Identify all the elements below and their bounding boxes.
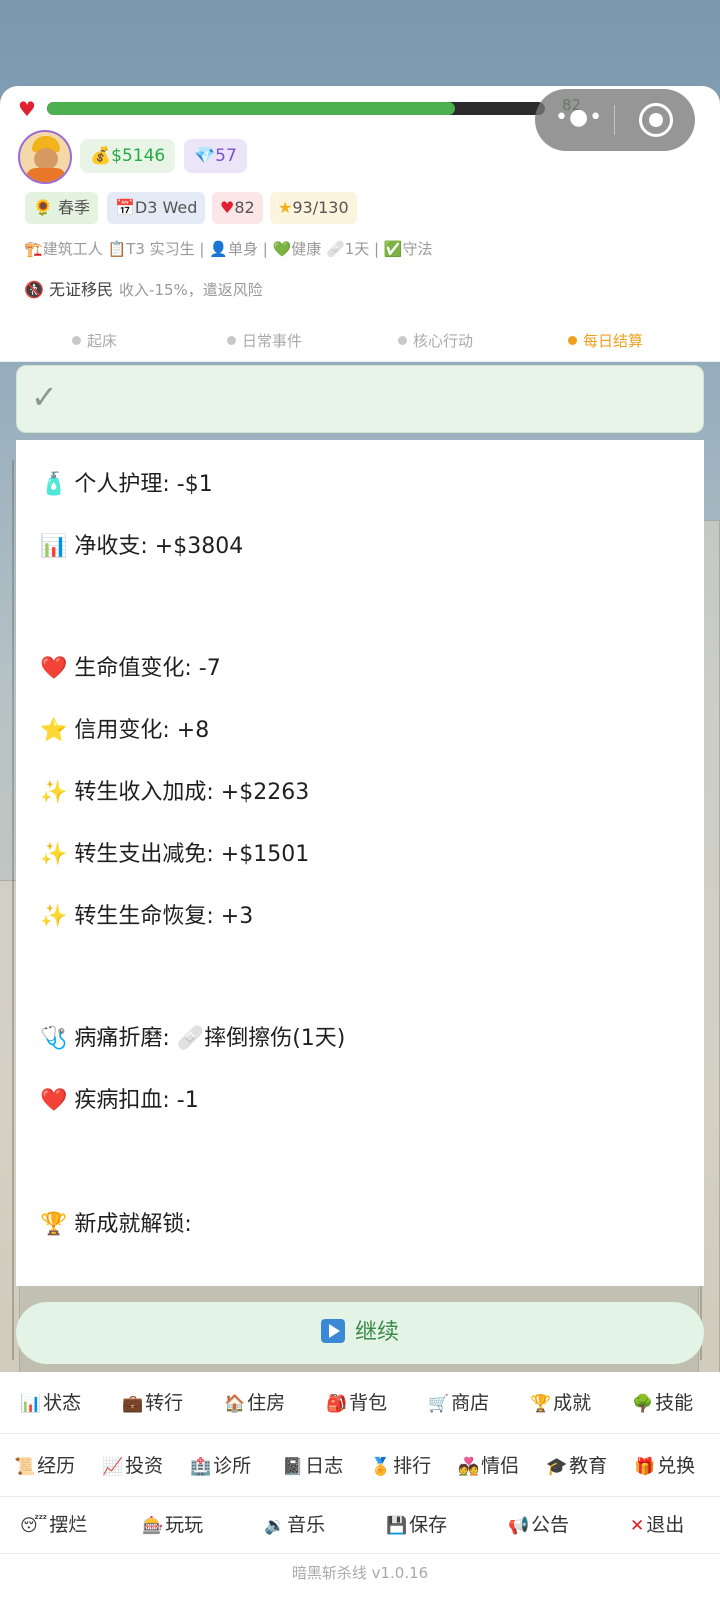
hp-tag: ♥82 <box>212 192 263 224</box>
nav-ranking[interactable]: 🏅 排行 <box>370 1451 431 1478</box>
medal-icon: 🏅 <box>370 1457 392 1477</box>
nav-clinic[interactable]: 🏥 诊所 <box>190 1451 251 1478</box>
megaphone-icon: 📢 <box>508 1516 530 1536</box>
play-icon <box>320 1319 345 1343</box>
nav-music[interactable]: 🔉 音乐 <box>264 1510 325 1537</box>
heart-icon: ♥ <box>18 97 36 121</box>
settlement-log[interactable]: 🧴 个人护理: -$1 📊 净收支: +$3804 ❤️ 生命值变化: -7 ⭐… <box>16 440 704 1286</box>
log-line: ✨ 转生生命恢复: +3 <box>40 904 254 929</box>
log-line: 📊 净收支: +$3804 <box>40 534 244 559</box>
phase-wakeup: 起床 <box>72 330 117 351</box>
house-icon: 🏠 <box>224 1394 246 1414</box>
nav-housing[interactable]: 🏠 住房 <box>224 1388 285 1415</box>
notebook-icon: 📓 <box>282 1457 304 1477</box>
season-tag: 🌻 春季 <box>25 192 99 224</box>
log-line: 🏆 新成就解锁: <box>40 1212 192 1237</box>
log-line: ❤️ 疾病扣血: -1 <box>40 1088 199 1113</box>
money-badge: 💰$5146 <box>80 139 176 173</box>
speaker-icon: 🔉 <box>264 1516 286 1536</box>
gems-value: 57 <box>215 146 237 166</box>
log-line: ❤️ 生命值变化: -7 <box>40 656 221 681</box>
tree-icon: 🌳 <box>632 1394 654 1414</box>
close-target-icon[interactable] <box>639 103 673 137</box>
nav-achievements[interactable]: 🏆 成就 <box>530 1388 591 1415</box>
clipboard-icon: 📋 <box>107 240 127 258</box>
hospital-icon: 🏥 <box>190 1457 212 1477</box>
identity-line: 🚷 无证移民 收入-15%，遣返风险 <box>24 280 263 299</box>
phase-daily-settlement: 每日结算 <box>568 330 643 351</box>
nav-announcement[interactable]: 📢 公告 <box>508 1510 569 1537</box>
nav-slack[interactable]: 😴 摆烂 <box>20 1510 87 1537</box>
nav-backpack[interactable]: 🎒 背包 <box>326 1388 387 1415</box>
person-icon: 👤 <box>209 240 228 258</box>
bandage-icon: 🩹 <box>326 240 345 258</box>
completion-banner: ✓ <box>16 365 704 433</box>
no-pedestrian-icon: 🚷 <box>24 280 44 299</box>
nav-invest[interactable]: 📈 投资 <box>102 1451 163 1478</box>
more-icon[interactable]: •●• <box>555 105 603 130</box>
status-line: 🏗️建筑工人 📋T3 实习生 | 👤单身 | 💚健康 🩹1天 | ✅守法 <box>24 240 433 258</box>
trophy-icon: 🏆 <box>530 1394 552 1414</box>
phase-core-action: 核心行动 <box>398 330 473 351</box>
scroll-icon: 📜 <box>14 1457 36 1477</box>
nav-journal[interactable]: 📓 日志 <box>282 1451 343 1478</box>
money-value: $5146 <box>111 146 166 166</box>
couple-icon: 💑 <box>458 1457 480 1477</box>
nav-save[interactable]: 💾 保存 <box>386 1510 447 1537</box>
floppy-disk-icon: 💾 <box>386 1516 408 1536</box>
phase-bar: 起床 日常事件 核心行动 每日结算 <box>0 318 720 362</box>
nav-education[interactable]: 🎓 教育 <box>546 1451 607 1478</box>
credit-tag: ★93/130 <box>270 192 357 224</box>
chart-icon: 📊 <box>20 1394 42 1414</box>
avatar[interactable] <box>18 130 72 184</box>
nav-history[interactable]: 📜 经历 <box>14 1451 75 1478</box>
nav-status[interactable]: 📊 状态 <box>20 1388 81 1415</box>
day-tag: 📅D3 Wed <box>107 192 206 224</box>
graduation-cap-icon: 🎓 <box>546 1457 568 1477</box>
sunflower-icon: 🌻 <box>33 198 53 217</box>
log-line: ⭐ 信用变化: +8 <box>40 718 210 743</box>
money-bag-icon: 💰 <box>90 146 112 166</box>
nav-play[interactable]: 🎰 玩玩 <box>142 1510 203 1537</box>
nav-row: 😴 摆烂 🎰 玩玩 🔉 音乐 💾 保存 📢 公告 ✕ 退出 <box>0 1498 720 1554</box>
trend-up-icon: 📈 <box>102 1457 124 1477</box>
crane-icon: 🏗️ <box>24 240 43 258</box>
close-icon: ✕ <box>630 1516 645 1536</box>
continue-button[interactable]: 继续 <box>16 1302 704 1364</box>
hp-bar <box>47 102 545 115</box>
nav-row: 📜 经历 📈 投资 🏥 诊所 📓 日志 🏅 排行 💑 情侣 🎓 教育 🎁 兑换 <box>0 1435 720 1497</box>
phase-daily-events: 日常事件 <box>227 330 302 351</box>
briefcase-icon: 💼 <box>122 1394 144 1414</box>
nav-row: 📊 状态 💼 转行 🏠 住房 🎒 背包 🛒 商店 🏆 成就 🌳 技能 <box>0 1372 720 1434</box>
cart-icon: 🛒 <box>428 1394 450 1414</box>
nav-skills[interactable]: 🌳 技能 <box>632 1388 693 1415</box>
slot-machine-icon: 🎰 <box>142 1516 164 1536</box>
gem-icon: 💎 <box>194 146 216 166</box>
version-label: 暗黑斩杀线 v1.0.16 <box>291 1564 429 1582</box>
miniprogram-capsule: •●• <box>535 89 695 151</box>
log-line: ✨ 转生收入加成: +$2263 <box>40 780 310 805</box>
check-icon: ✅ <box>383 240 403 258</box>
calendar-icon: 📅 <box>115 198 135 217</box>
bottom-nav: 📊 状态 💼 转行 🏠 住房 🎒 背包 🛒 商店 🏆 成就 🌳 技能 📜 经历 📈 投资 🏥 诊所 … <box>0 1372 720 1600</box>
backpack-icon: 🎒 <box>326 1394 348 1414</box>
gift-icon: 🎁 <box>634 1457 656 1477</box>
hp-bar-fill <box>47 102 456 115</box>
log-line: 🩺 病痛折磨: 🩹摔倒擦伤(1天) <box>40 1026 346 1051</box>
checkmark-icon: ✓ <box>31 378 58 416</box>
log-line: ✨ 转生支出减免: +$1501 <box>40 842 310 867</box>
background-scaffold <box>12 460 14 1360</box>
sleepy-face-icon: 😴 <box>20 1516 48 1536</box>
gems-badge: 💎57 <box>184 139 247 173</box>
log-line: 🧴 个人护理: -$1 <box>40 472 213 497</box>
green-heart-icon: 💚 <box>272 240 292 258</box>
heart-icon: ♥ <box>220 198 235 217</box>
nav-redeem[interactable]: 🎁 兑换 <box>634 1451 695 1478</box>
nav-career[interactable]: 💼 转行 <box>122 1388 183 1415</box>
nav-couple[interactable]: 💑 情侣 <box>458 1451 519 1478</box>
nav-exit[interactable]: ✕ 退出 <box>630 1510 684 1537</box>
star-icon: ★ <box>278 198 293 217</box>
nav-shop[interactable]: 🛒 商店 <box>428 1388 489 1415</box>
